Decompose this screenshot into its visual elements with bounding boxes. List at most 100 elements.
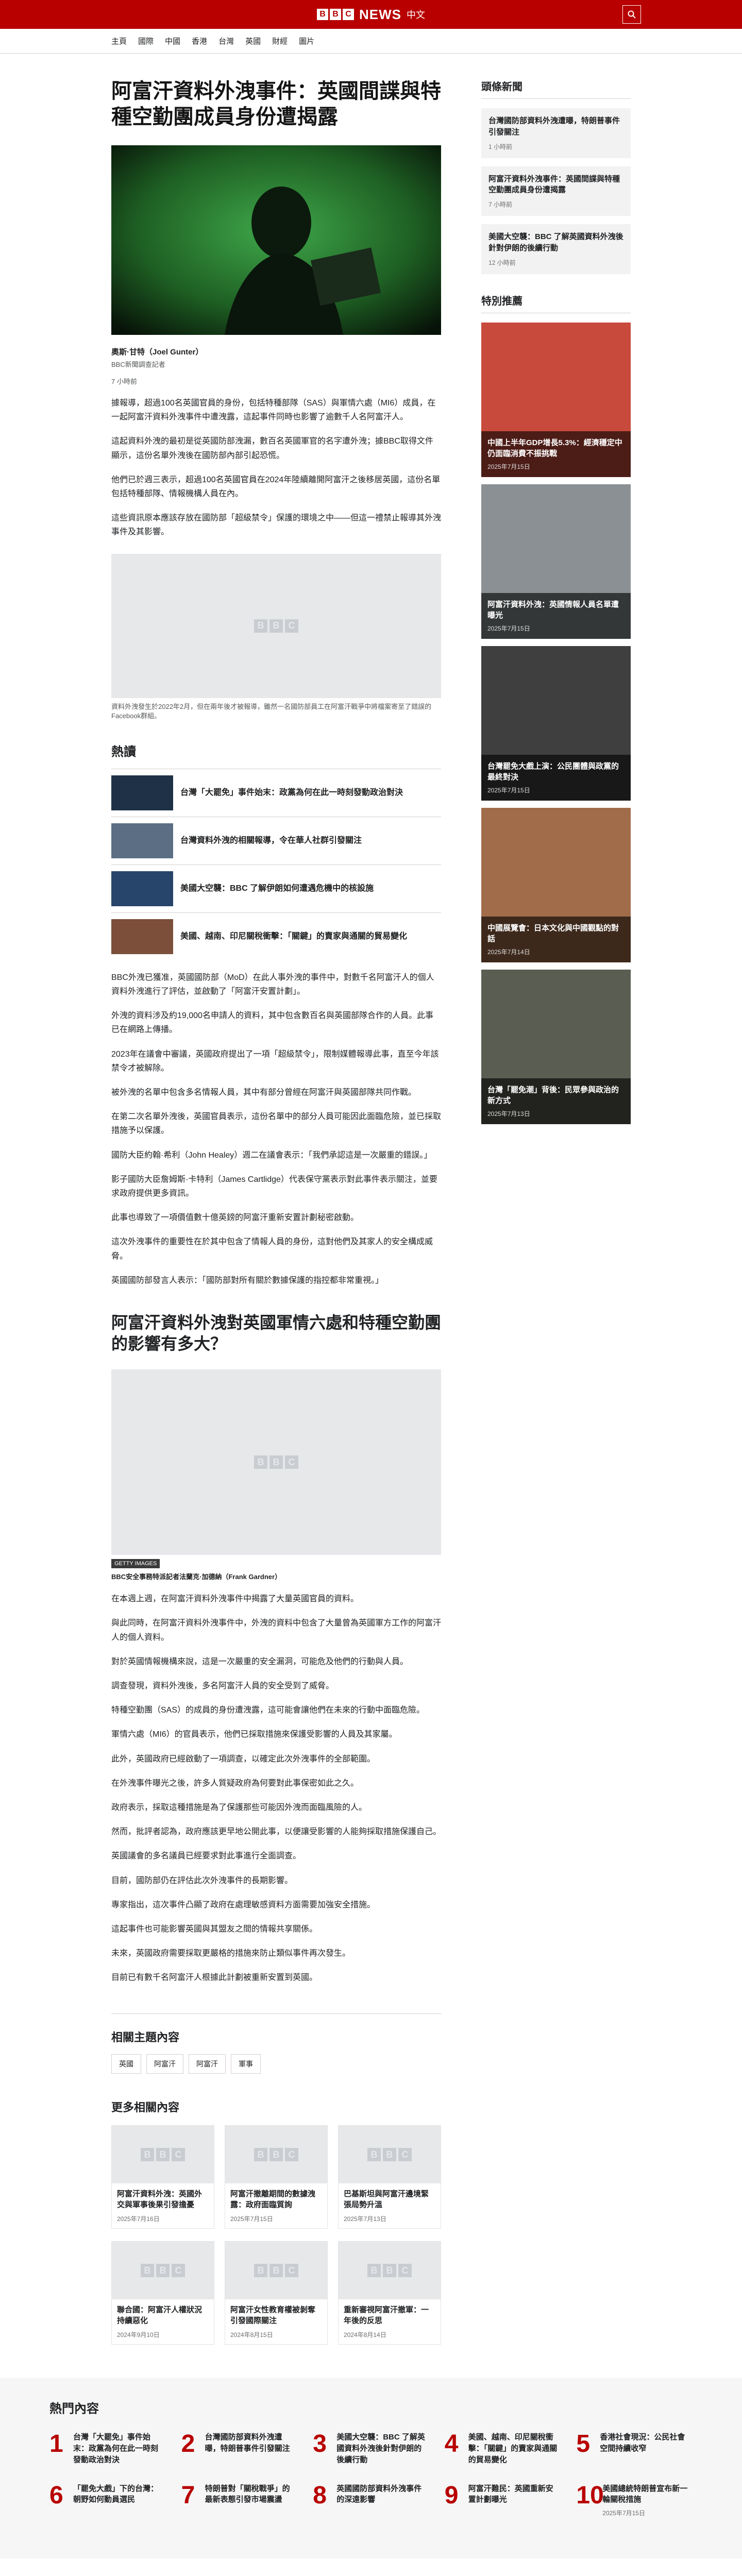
most-read-item[interactable]: 10 美國總統特朗普宣布新一輪關稅措施 2025年7月15日 (576, 2483, 693, 2518)
featured-card-date: 2025年7月15日 (487, 786, 530, 794)
bbc-logo[interactable]: B B C NEWS 中文 (317, 7, 425, 23)
nav-item[interactable]: 主頁 (111, 33, 127, 48)
paragraph: 在第二次名單外洩後，英國官員表示，這份名單中的部分人員可能因此面臨危險，並已採取… (111, 1112, 442, 1136)
top-news-card[interactable]: 美國大空襲：BBC 了解英國資料外洩後針對伊朗的後續行動 12 小時前 (481, 224, 631, 274)
featured-card[interactable]: 台灣「罷免潮」背後：民眾參與政治的新方式 2025年7月13日 (481, 969, 631, 1124)
paragraph: 國防大臣約翰·希利（John Healey）週二在議會表示：「我們承認這是一次嚴… (111, 1150, 432, 1160)
story-card[interactable]: BBC 重新審視阿富汗撤軍：一年後的反思 2024年8月14日 (338, 2241, 441, 2345)
nav-item[interactable]: 圖片 (299, 33, 314, 48)
most-read-item-title: 「罷免大戲」下的台灣：朝野如何動員選民 (73, 2484, 159, 2504)
topic-chips: 英國 阿富汗 阿富汗 軍事 (111, 2054, 441, 2074)
popular-item[interactable]: 台灣「大罷免」事件始末：政黨為何在此一時刻發動政治對決 (111, 768, 441, 817)
card-image: BBC (339, 2126, 441, 2184)
nav-item[interactable]: 英國 (245, 33, 261, 48)
topic-chip[interactable]: 阿富汗 (146, 2054, 183, 2074)
card-title: 阿富汗女性教育權被剝奪引發國際關注 (230, 2306, 316, 2326)
topic-chip[interactable]: 阿富汗 (189, 2054, 226, 2074)
card-date: 2024年8月14日 (344, 2331, 386, 2339)
bbc-logo-letter: B (317, 9, 328, 20)
nav-item[interactable]: 中國 (165, 33, 180, 48)
paragraph: 未來，英國政府需要採取更嚴格的措施來防止類似事件再次發生。 (111, 1949, 351, 1958)
featured-card[interactable]: 中國上半年GDP增長5.3%：經濟穩定中仍面臨消費不振挑戰 2025年7月15日 (481, 322, 631, 477)
paragraph: 據報導，超過100名英國官員的身份，包括特種部隊（SAS）與軍情六處（MI6）成… (111, 399, 436, 422)
featured-section: 特別推薦 中國上半年GDP增長5.3%：經濟穩定中仍面臨消費不振挑戰 2025年7… (481, 293, 631, 1124)
story-card[interactable]: BBC 阿富汗撤離期間的數據洩露：政府面臨質詢 2025年7月15日 (225, 2125, 328, 2229)
top-news-title: 頭條新聞 (481, 78, 631, 99)
card-title: 阿富汗撤離期間的數據洩露：政府面臨質詢 (230, 2190, 316, 2210)
story-card[interactable]: BBC 阿富汗資料外洩：英國外交與軍事後果引發擔憂 2025年7月16日 (111, 2125, 214, 2229)
paragraph: 被外洩的名單中包含多名情報人員，其中有部分曾經在阿富汗與英國部隊共同作戰。 (111, 1088, 417, 1097)
top-news-card[interactable]: 台灣國防部資料外洩遭曝，特朗普事件引發關注 1 小時前 (481, 108, 631, 158)
article-main: 阿富汗資料外洩事件：英國間諜與特種空勤團成員身份遭揭露 奧斯·甘特（Joel G… (111, 78, 441, 2345)
card-image: BBC (112, 2242, 214, 2300)
paragraph: 外洩的資料涉及約19,000名申請人的資料，其中包含數百名與英國部隊合作的人員。… (111, 1011, 433, 1035)
top-news-card[interactable]: 阿富汗資料外洩事件：英國間諜與特種空勤團成員身份遭揭露 7 小時前 (481, 166, 631, 216)
photo-caption: 資料外洩發生於2022年2月，但在兩年後才被報導，雖然一名國防部員工在阿富汗戰爭… (111, 702, 432, 720)
most-read-item-title: 台灣「大罷免」事件始末：政黨為何在此一時刻發動政治對決 (73, 2433, 159, 2464)
popular-thumb (111, 775, 173, 810)
paragraph: 此事也導致了一項價值數十億英鎊的阿富汗重新安置計劃秘密啟動。 (111, 1213, 359, 1223)
search-icon (628, 10, 636, 19)
featured-card[interactable]: 中國展覽會：日本文化與中國觀點的對話 2025年7月14日 (481, 807, 631, 962)
paragraph: 這些資訊原本應該存放在國防部「超級禁令」保護的環境之中——但這一禮禁止報導其外洩… (111, 514, 442, 537)
featured-card[interactable]: 阿富汗資料外洩：英國情報人員名單遭曝光 2025年7月15日 (481, 484, 631, 639)
brand-lang: 中文 (407, 10, 425, 20)
topic-chip[interactable]: 軍事 (231, 2054, 261, 2074)
most-read-item-title: 美國、越南、印尼關稅衝擊：「關鍵」的賣家與通關的貿易變化 (468, 2433, 558, 2464)
story-card[interactable]: BBC 聯合國：阿富汗人權狀況持續惡化 2024年9月10日 (111, 2241, 214, 2345)
section-image-placeholder: BBC (111, 1369, 441, 1555)
featured-card-title: 台灣「罷免潮」背後：民眾參與政治的新方式 (487, 1085, 619, 1105)
popular-thumb (111, 823, 173, 858)
top-news-card-date: 1 小時前 (488, 143, 513, 150)
most-read-item[interactable]: 8 英國國防部資料外洩事件的深遠影響 (313, 2483, 429, 2518)
nav-item[interactable]: 國際 (138, 33, 154, 48)
card-title: 阿富汗資料外洩：英國外交與軍事後果引發擔憂 (117, 2190, 203, 2210)
most-read-item[interactable]: 3 美國大空襲：BBC 了解英國資料外洩後針對伊朗的後續行動 (313, 2432, 429, 2465)
popular-thumb (111, 919, 173, 954)
popular-item[interactable]: 台灣資料外洩的相關報導，令在華人社群引發關注 (111, 816, 441, 865)
search-button[interactable] (622, 5, 641, 24)
paragraph: 政府表示，採取這種措施是為了保護那些可能因外洩而面臨風險的人。 (111, 1803, 367, 1812)
most-read-item[interactable]: 6 「罷免大戲」下的台灣：朝野如何動員選民 (49, 2483, 166, 2518)
paragraph: 然而，批評者認為，政府應該更早地公開此事，以便讓受影響的人能夠採取措施保護自己。 (111, 1827, 442, 1837)
page-content: 阿富汗資料外洩事件：英國間諜與特種空勤團成員身份遭揭露 奧斯·甘特（Joel G… (111, 54, 631, 2345)
featured-card-title: 阿富汗資料外洩：英國情報人員名單遭曝光 (487, 600, 619, 620)
story-card[interactable]: BBC 阿富汗女性教育權被剝奪引發國際關注 2024年8月15日 (225, 2241, 328, 2345)
paragraph: 英國國防部發言人表示：「國防部對所有關於數據保護的指控都非常重視。」 (111, 1276, 384, 1285)
featured-card-title: 台灣罷免大戲上演：公民團體與政黨的最終對決 (487, 761, 619, 782)
most-read-item[interactable]: 4 美國、越南、印尼關稅衝擊：「關鍵」的賣家與通關的貿易變化 (445, 2432, 561, 2465)
card-date: 2025年7月13日 (344, 2215, 386, 2223)
popular-item[interactable]: 美國大空襲：BBC 了解伊朗如何遭遇危機中的核設施 (111, 864, 441, 912)
nav-item[interactable]: 財經 (272, 33, 288, 48)
byline: 奧斯·甘特（Joel Gunter） BBC新聞調查記者 (111, 346, 441, 369)
bbc-logo-letter: C (343, 9, 354, 20)
byline-name: 奧斯·甘特（Joel Gunter） (111, 348, 204, 357)
paragraph: 特種空勤團（SAS）的成員的身份遭洩露，這可能會讓他們在未來的行動中面臨危險。 (111, 1706, 425, 1715)
topic-chip[interactable]: 英國 (111, 2054, 141, 2074)
most-read-item[interactable]: 5 香港社會現況：公民社會空間持續收窄 (576, 2432, 693, 2465)
most-read-item[interactable]: 9 阿富汗難民：英國重新安置計劃曝光 (445, 2483, 561, 2518)
featured-card-date: 2025年7月15日 (487, 463, 530, 470)
most-read-number: 8 (313, 2481, 327, 2509)
popular-item[interactable]: 美國、越南、印尼關稅衝擊：「關鍵」的賣家與通關的貿易變化 (111, 912, 441, 960)
paragraph: 目前，國防部仍在評估此次外洩事件的長期影響。 (111, 1876, 293, 1885)
story-card[interactable]: BBC 巴基斯坦與阿富汗邊境緊張局勢升溫 2025年7月13日 (338, 2125, 441, 2229)
paragraph: 目前已有數千名阿富汗人根據此計劃被重新安置到英國。 (111, 1973, 318, 1982)
section-body: 在本週上週，在阿富汗資料外洩事件中揭露了大量英國官員的資料。 與此同時，在阿富汗… (111, 1592, 441, 1985)
most-read-item[interactable]: 1 台灣「大罷免」事件始末：政黨為何在此一時刻發動政治對決 (49, 2432, 166, 2465)
most-read-item[interactable]: 7 特朗普對「關稅戰爭」的最新表態引發市場震盪 (181, 2483, 298, 2518)
bbc-logo-blocks: B B C (317, 9, 354, 20)
article-body: 據報導，超過100名英國官員的身份，包括特種部隊（SAS）與軍情六處（MI6）成… (111, 396, 441, 539)
nav-item[interactable]: 香港 (192, 33, 207, 48)
paragraph: 調查發現，資料外洩後，多名阿富汗人員的安全受到了威脅。 (111, 1682, 334, 1690)
nav-item[interactable]: 台灣 (218, 33, 234, 48)
paragraph: 2023年在議會中審議，英國政府提出了一項「超級禁令」，限制媒體報導此事，直至今… (111, 1049, 439, 1073)
most-read-item[interactable]: 2 台灣國防部資料外洩遭曝，特朗普事件引發關注 (181, 2432, 298, 2465)
hero-image-art (111, 145, 441, 335)
paragraph: 英國議會的多名議員已經要求對此事進行全面調查。 (111, 1852, 301, 1861)
most-read-item-title: 阿富汗難民：英國重新安置計劃曝光 (468, 2484, 553, 2504)
popular-item-title: 台灣「大罷免」事件始末：政黨為何在此一時刻發動政治對決 (180, 788, 403, 797)
bbc-logo-letter: B (330, 9, 341, 20)
sidebar: 頭條新聞 台灣國防部資料外洩遭曝，特朗普事件引發關注 1 小時前 阿富汗資料外洩… (481, 78, 631, 2345)
featured-card[interactable]: 台灣罷免大戲上演：公民團體與政黨的最終對決 2025年7月15日 (481, 646, 631, 801)
